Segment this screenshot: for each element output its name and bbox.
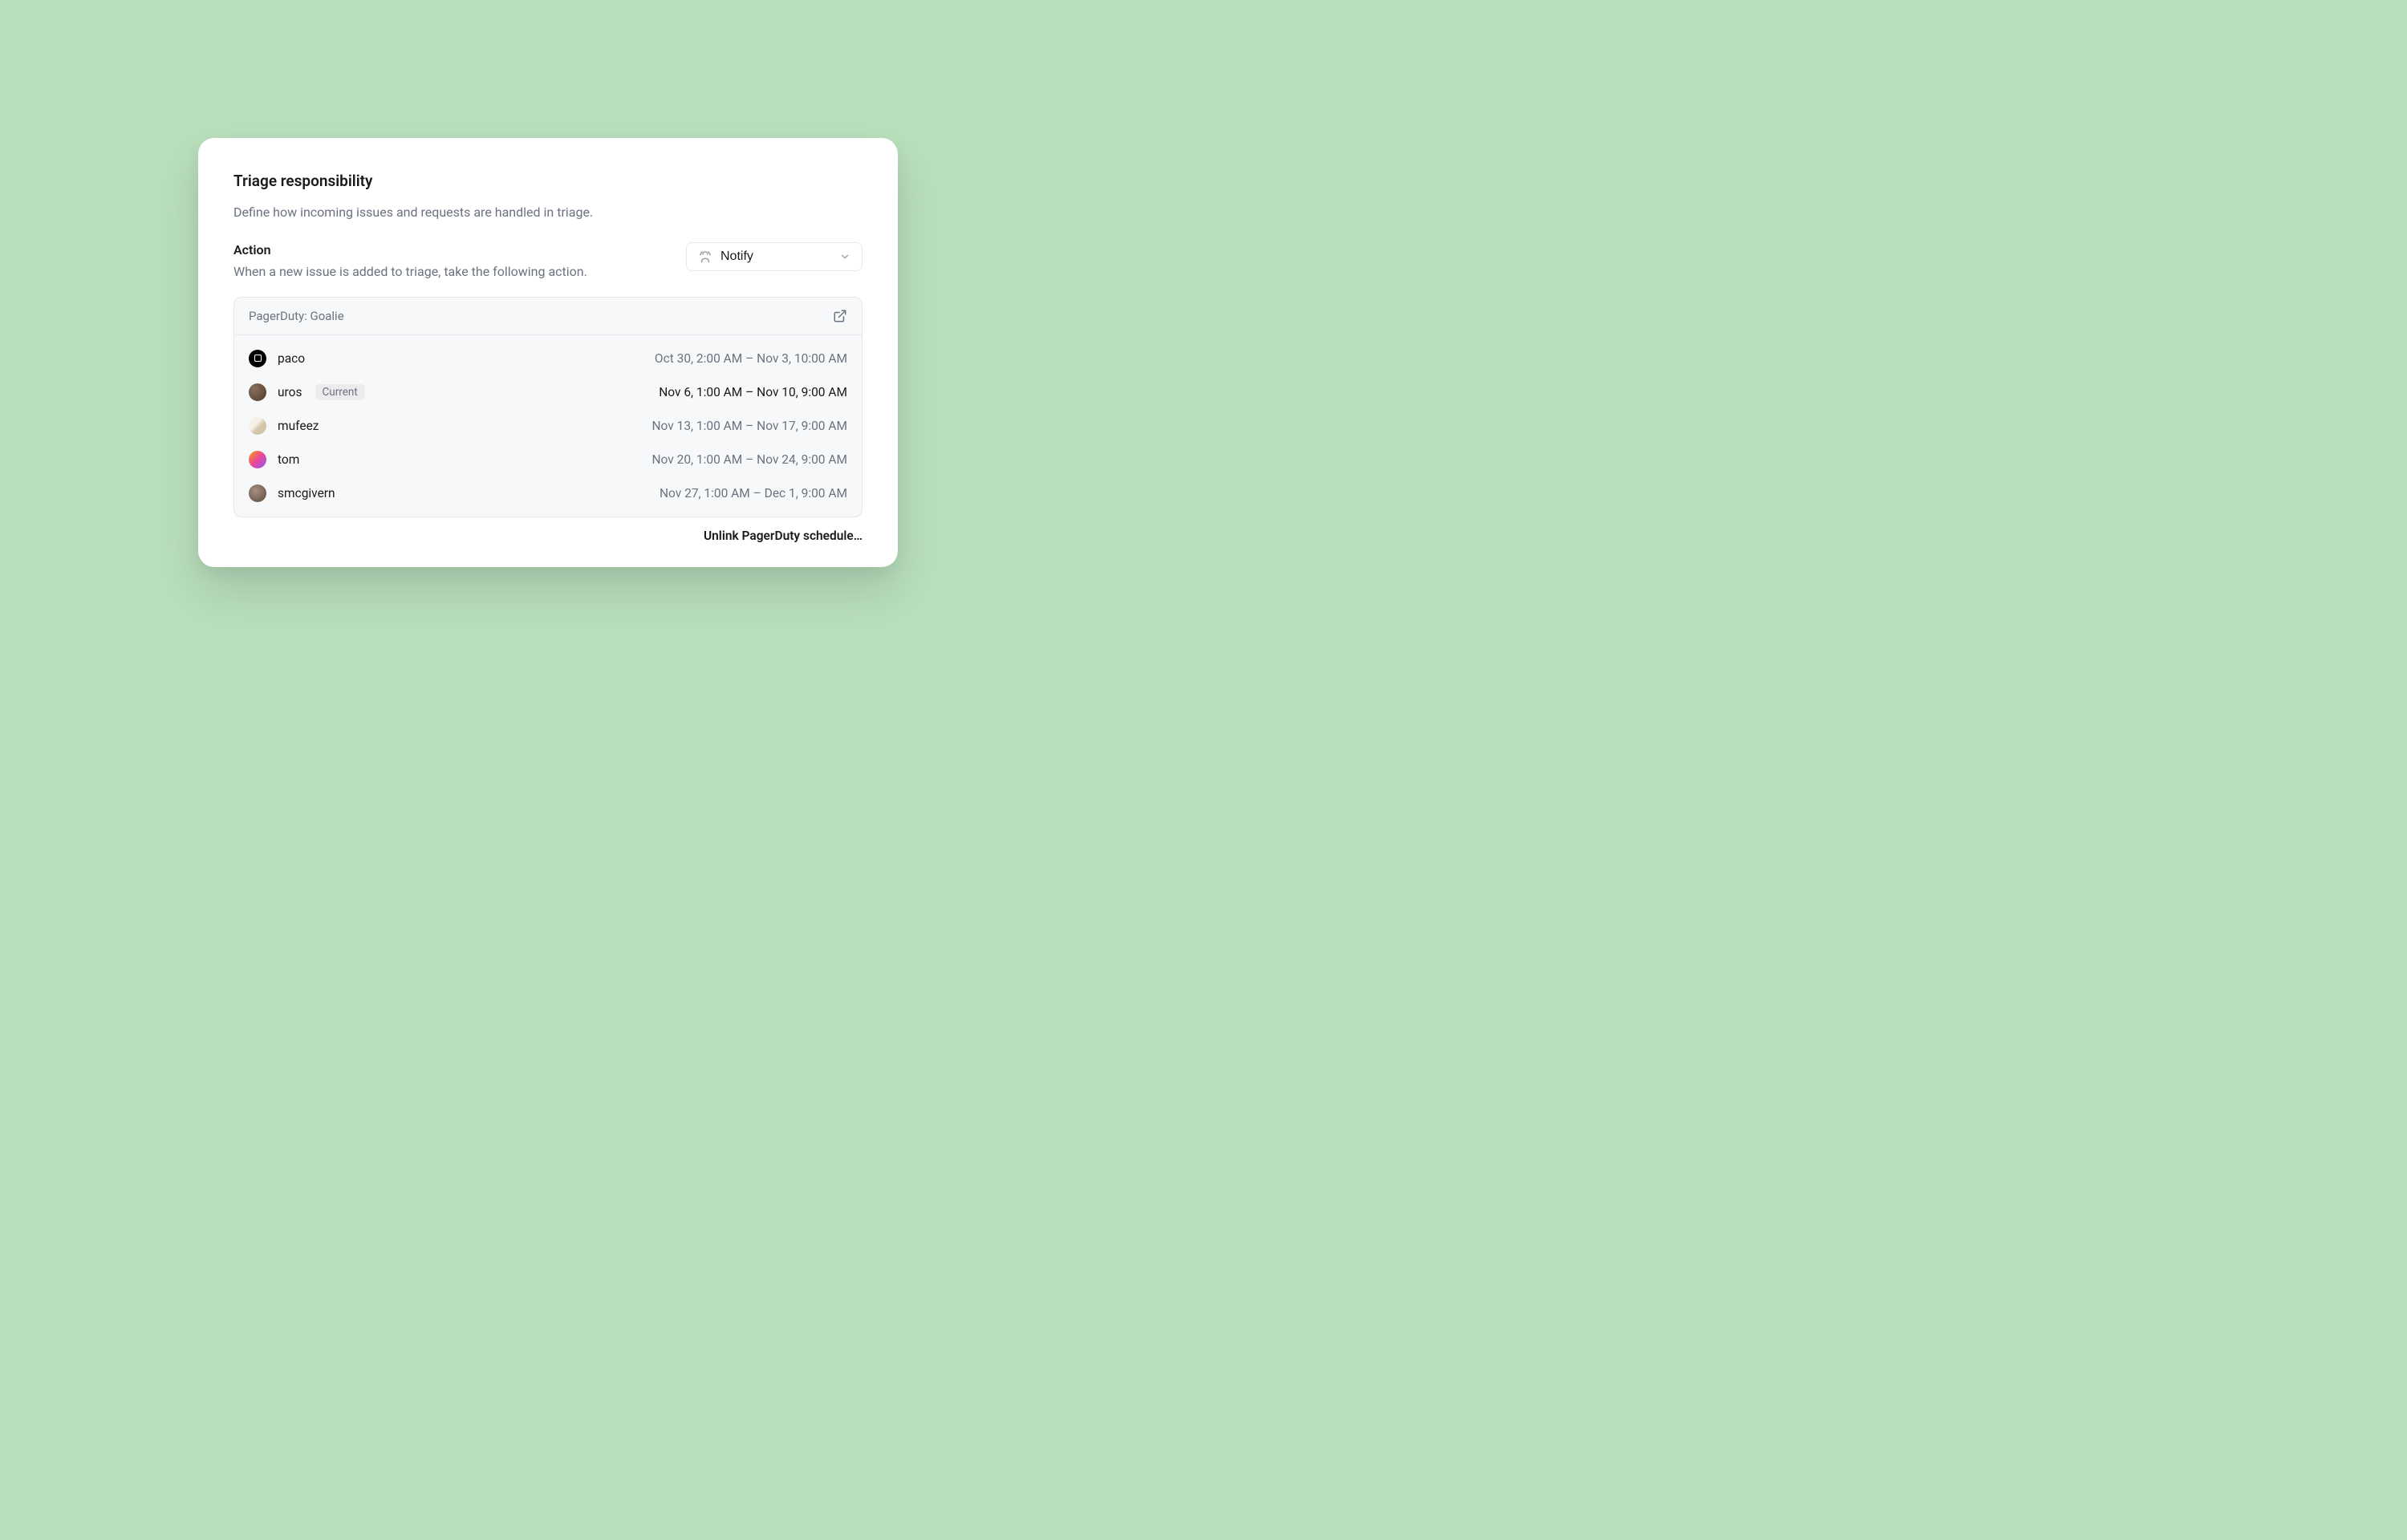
schedule-box: PagerDuty: Goalie paco Oct 30, 2:00 AM – …: [233, 297, 863, 517]
action-row: Action When a new issue is added to tria…: [233, 242, 863, 279]
avatar: [249, 350, 266, 367]
avatar: [249, 484, 266, 502]
schedule-user-name: paco: [278, 351, 305, 366]
notify-icon: [698, 249, 712, 264]
action-heading: Action: [233, 242, 686, 257]
schedule-row: smcgivern Nov 27, 1:00 AM – Dec 1, 9:00 A…: [234, 476, 862, 510]
schedule-user-name: uros: [278, 385, 302, 399]
schedule-row: uros Current Nov 6, 1:00 AM – Nov 10, 9:00…: [234, 375, 862, 409]
schedule-timerange: Nov 6, 1:00 AM – Nov 10, 9:00 AM: [659, 385, 847, 399]
page-title: Triage responsibility: [233, 172, 863, 190]
action-select[interactable]: Notify: [686, 242, 863, 271]
action-description: When a new issue is added to triage, tak…: [233, 264, 686, 279]
avatar: [249, 417, 266, 435]
schedule-header: PagerDuty: Goalie: [234, 298, 862, 335]
action-text: Action When a new issue is added to tria…: [233, 242, 686, 279]
schedule-timerange: Nov 13, 1:00 AM – Nov 17, 9:00 AM: [651, 419, 847, 433]
schedule-user-name: smcgivern: [278, 486, 335, 500]
schedule-list: paco Oct 30, 2:00 AM – Nov 3, 10:00 AM uro…: [234, 335, 862, 517]
schedule-title: PagerDuty: Goalie: [249, 309, 344, 323]
avatar: [249, 383, 266, 401]
schedule-row: mufeez Nov 13, 1:00 AM – Nov 17, 9:00 AM: [234, 409, 862, 443]
external-link-icon[interactable]: [833, 309, 847, 323]
schedule-timerange: Oct 30, 2:00 AM – Nov 3, 10:00 AM: [655, 351, 847, 366]
schedule-row: paco Oct 30, 2:00 AM – Nov 3, 10:00 AM: [234, 342, 862, 375]
settings-card: Triage responsibility Define how incomin…: [198, 138, 898, 567]
chevron-down-icon: [839, 251, 850, 262]
schedule-row: tom Nov 20, 1:00 AM – Nov 24, 9:00 AM: [234, 443, 862, 476]
action-select-label: Notify: [720, 249, 831, 264]
schedule-user-name: mufeez: [278, 419, 319, 433]
schedule-timerange: Nov 20, 1:00 AM – Nov 24, 9:00 AM: [651, 452, 847, 467]
schedule-user-name: tom: [278, 452, 299, 467]
schedule-timerange: Nov 27, 1:00 AM – Dec 1, 9:00 AM: [660, 486, 847, 500]
unlink-schedule-button[interactable]: Unlink PagerDuty schedule…: [233, 529, 863, 543]
current-badge: Current: [315, 384, 365, 400]
page-subtitle: Define how incoming issues and requests …: [233, 205, 863, 220]
avatar: [249, 451, 266, 468]
